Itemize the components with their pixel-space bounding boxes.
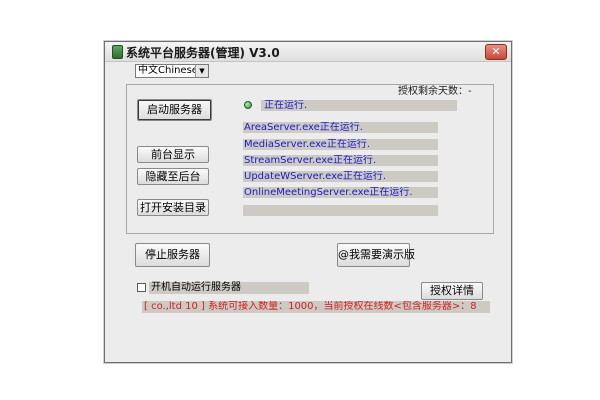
license-details-button[interactable]: 授权详情 (421, 282, 483, 300)
window-title: 系统平台服务器(管理) V3.0 (126, 46, 280, 60)
system-info-bar: [ co.,ltd 10 ] 系统可接入数量：1000，当前授权在线数<包含服务… (142, 301, 490, 313)
language-selected-value: 中文Chinese (138, 65, 198, 76)
request-demo-button[interactable]: @我需要演示版 (337, 243, 415, 267)
open-install-dir-button[interactable]: 打开安装目录 (137, 199, 209, 216)
stop-server-button[interactable]: 停止服务器 (135, 243, 210, 267)
start-server-button[interactable]: 启动服务器 (137, 99, 212, 121)
running-indicator-icon (244, 101, 252, 109)
hide-to-background-button[interactable]: 隐藏至后台 (137, 168, 209, 185)
title-bar[interactable]: 系统平台服务器(管理) V3.0 ✕ (105, 42, 511, 62)
service-status-media: MediaServer.exe正在运行. (243, 139, 438, 150)
service-status-updatew: UpdateWServer.exe正在运行. (243, 171, 438, 182)
main-window: 系统平台服务器(管理) V3.0 ✕ 中文Chinese ▼ 授权剩余天数：- … (104, 41, 512, 363)
main-status: 正在运行. (261, 100, 457, 111)
service-status-area: AreaServer.exe正在运行. (243, 122, 438, 133)
service-status-stream: StreamServer.exe正在运行. (243, 155, 438, 166)
language-select[interactable]: 中文Chinese ▼ (135, 64, 209, 78)
chevron-down-icon[interactable]: ▼ (195, 65, 208, 77)
autostart-label[interactable]: 开机自动运行服务器 (149, 282, 309, 294)
close-button[interactable]: ✕ (485, 44, 507, 60)
service-status-empty (243, 205, 438, 216)
service-status-onlinemeeting: OnlineMeetingServer.exe正在运行. (243, 187, 438, 198)
autostart-checkbox[interactable] (137, 283, 146, 292)
app-icon (112, 45, 123, 59)
show-foreground-button[interactable]: 前台显示 (137, 146, 209, 163)
